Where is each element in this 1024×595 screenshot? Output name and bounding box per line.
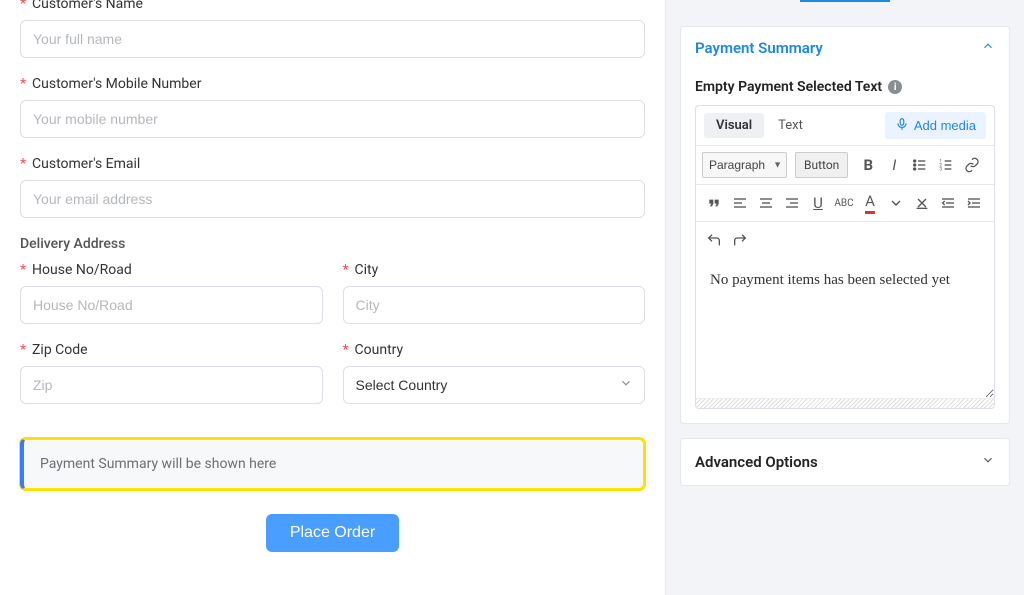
editor-tabs-row: Visual Text Add media	[696, 106, 994, 146]
input-city[interactable]	[343, 286, 646, 324]
input-zip[interactable]	[20, 366, 323, 404]
editor-toolbar-row2: U ABC A	[696, 185, 994, 222]
label-text: Customer's Mobile Number	[32, 76, 201, 92]
quote-icon[interactable]	[702, 191, 726, 215]
field-customer-email: * Customer's Email	[20, 156, 645, 218]
required-asterisk: *	[20, 342, 26, 358]
panel-title: Payment Summary	[695, 39, 823, 57]
indent-left-icon[interactable]	[936, 191, 960, 215]
chevron-down-icon	[981, 453, 995, 471]
resize-handle[interactable]	[696, 398, 994, 408]
label-customer-name: * Customer's Name	[20, 0, 645, 12]
field-customer-name: * Customer's Name	[20, 0, 645, 58]
label-customer-mobile: * Customer's Mobile Number	[20, 76, 645, 92]
input-customer-name[interactable]	[20, 20, 645, 58]
button-insert[interactable]: Button	[795, 152, 848, 178]
field-house: * House No/Road	[20, 262, 323, 324]
required-asterisk: *	[20, 76, 26, 92]
redo-icon[interactable]	[728, 228, 752, 252]
input-customer-email[interactable]	[20, 180, 645, 218]
label-text: Customer's Name	[32, 0, 143, 12]
required-asterisk: *	[343, 342, 349, 358]
advanced-options-header[interactable]: Advanced Options	[681, 439, 1009, 485]
undo-icon[interactable]	[702, 228, 726, 252]
section-delivery-address: Delivery Address	[20, 236, 645, 252]
indent-right-icon[interactable]	[962, 191, 986, 215]
advanced-options-title: Advanced Options	[695, 453, 818, 471]
label-country: * Country	[343, 342, 646, 358]
advanced-options-card: Advanced Options	[680, 438, 1010, 486]
underline-icon[interactable]: U	[806, 191, 830, 215]
numbered-list-icon[interactable]: 123	[934, 153, 958, 177]
payment-summary-text: Payment Summary will be shown here	[40, 456, 627, 472]
required-asterisk: *	[20, 156, 26, 172]
required-asterisk: *	[20, 0, 26, 12]
sub-label-text: Empty Payment Selected Text	[695, 79, 882, 95]
label-text: City	[355, 262, 379, 278]
settings-panel: Payment Summary Empty Payment Selected T…	[665, 0, 1024, 595]
link-icon[interactable]	[960, 153, 984, 177]
input-customer-mobile[interactable]	[20, 100, 645, 138]
payment-summary-card: Payment Summary Empty Payment Selected T…	[680, 26, 1010, 424]
label-text: Customer's Email	[32, 156, 140, 172]
active-tab-indicator	[800, 0, 890, 2]
field-customer-mobile: * Customer's Mobile Number	[20, 76, 645, 138]
chevron-down-icon[interactable]	[884, 191, 908, 215]
add-media-label: Add media	[914, 118, 976, 133]
label-city: * City	[343, 262, 646, 278]
info-icon[interactable]: i	[888, 80, 902, 94]
label-customer-email: * Customer's Email	[20, 156, 645, 172]
label-house: * House No/Road	[20, 262, 323, 278]
bold-icon[interactable]: B	[856, 153, 880, 177]
chevron-up-icon	[981, 39, 995, 57]
required-asterisk: *	[20, 262, 26, 278]
label-text: Country	[355, 342, 404, 358]
svg-text:3: 3	[940, 166, 943, 172]
tab-text[interactable]: Text	[766, 113, 815, 138]
align-left-icon[interactable]	[728, 191, 752, 215]
bullet-list-icon[interactable]	[908, 153, 932, 177]
text-color-icon[interactable]: A	[858, 191, 882, 215]
payment-summary-header[interactable]: Payment Summary	[681, 27, 1009, 69]
tab-visual[interactable]: Visual	[704, 113, 764, 138]
strikethrough-icon[interactable]: ABC	[832, 191, 856, 215]
label-text: Zip Code	[32, 342, 88, 358]
input-house[interactable]	[20, 286, 323, 324]
add-media-button[interactable]: Add media	[885, 112, 986, 139]
label-zip: * Zip Code	[20, 342, 323, 358]
align-right-icon[interactable]	[780, 191, 804, 215]
clear-format-icon[interactable]	[910, 191, 934, 215]
required-asterisk: *	[343, 262, 349, 278]
editor-toolbar: Paragraph ▼ Button B I 123	[696, 146, 994, 185]
format-select[interactable]: Paragraph	[702, 152, 787, 178]
payment-summary-preview[interactable]: Payment Summary will be shown here	[20, 438, 645, 490]
label-text: House No/Road	[32, 262, 132, 278]
rich-text-editor: Visual Text Add media	[695, 105, 995, 409]
field-zip: * Zip Code	[20, 342, 323, 404]
field-country: * Country Select Country	[343, 342, 646, 404]
panel-body: Empty Payment Selected Text i Visual Tex…	[681, 69, 1009, 423]
editor-toolbar-row3	[696, 222, 994, 258]
field-city: * City	[343, 262, 646, 324]
select-country[interactable]: Select Country	[343, 366, 646, 404]
form-panel: * Customer's Name * Customer's Mobile Numb…	[0, 0, 665, 595]
editor-content[interactable]: No payment items has been selected yet	[696, 258, 994, 398]
align-center-icon[interactable]	[754, 191, 778, 215]
place-order-button[interactable]: Place Order	[266, 514, 399, 552]
empty-payment-label: Empty Payment Selected Text i	[695, 79, 995, 95]
italic-icon[interactable]: I	[882, 153, 906, 177]
media-icon	[895, 117, 909, 134]
